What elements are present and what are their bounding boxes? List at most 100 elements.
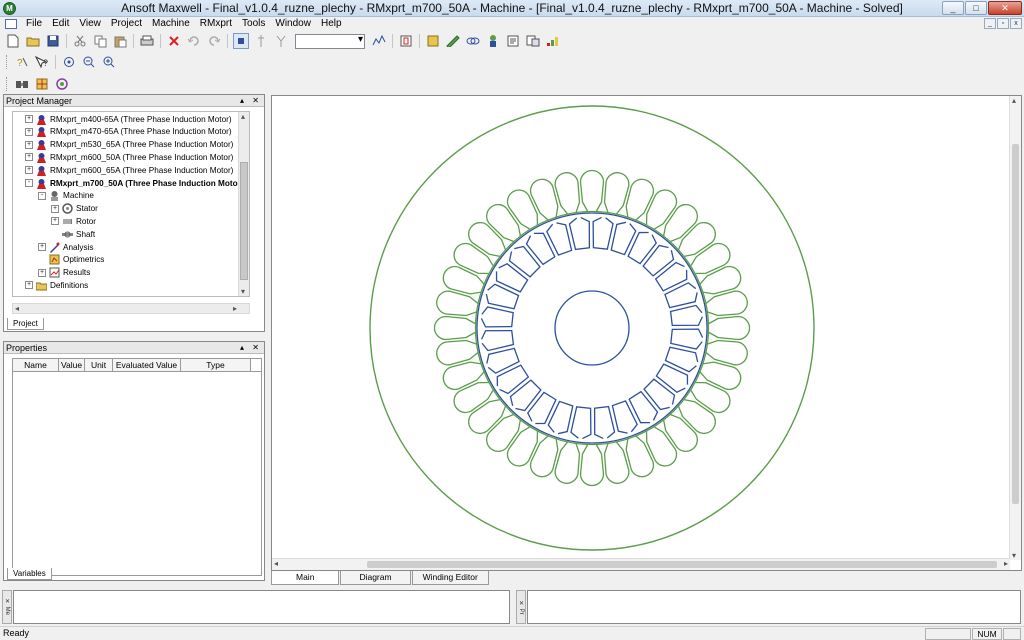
new-file-icon[interactable]	[5, 33, 21, 49]
parameter-sweep-icon[interactable]	[371, 33, 387, 49]
tab-main[interactable]: Main	[271, 571, 340, 585]
canvas-vertical-scrollbar[interactable]: ▴ ▾	[1009, 96, 1021, 560]
solution-data-icon[interactable]	[485, 33, 501, 49]
copy-icon[interactable]	[92, 33, 108, 49]
export-icon[interactable]	[525, 33, 541, 49]
expand-icon[interactable]: +	[51, 217, 59, 226]
tree-item[interactable]: + Results	[38, 267, 90, 279]
menu-view[interactable]: View	[74, 17, 106, 31]
close-button[interactable]: ✕	[988, 1, 1022, 15]
tree-item[interactable]: + Definitions	[25, 279, 88, 291]
help-icon[interactable]: ?	[14, 54, 30, 70]
rotor-outer-circle[interactable]	[476, 212, 708, 444]
scroll-right-arrow[interactable]: ▸	[233, 304, 237, 313]
print-icon[interactable]	[139, 33, 155, 49]
validate-icon[interactable]	[398, 33, 414, 49]
tree-item[interactable]: + RMxprt_m530_65A (Three Phase Induction …	[25, 139, 233, 151]
project-tree-vertical-scrollbar[interactable]: ▴ ▾	[238, 112, 249, 296]
message-panel-side-handle[interactable]: ✕ Me	[2, 590, 12, 624]
canvas-scroll-right-arrow[interactable]: ▸	[1004, 559, 1008, 568]
menu-tools[interactable]: Tools	[237, 17, 270, 31]
tab-diagram[interactable]: Diagram	[340, 571, 411, 585]
rotor-bar[interactable]	[670, 326, 704, 350]
rotor-bar[interactable]	[590, 216, 614, 250]
link-icon[interactable]	[465, 33, 481, 49]
chart-icon[interactable]	[545, 33, 561, 49]
paste-icon[interactable]	[112, 33, 128, 49]
undo-icon[interactable]	[186, 33, 202, 49]
doc-close-button[interactable]: x	[1010, 18, 1022, 29]
maximize-button[interactable]: □	[965, 1, 987, 15]
doc-restore-button[interactable]: ▫	[997, 18, 1009, 29]
open-folder-icon[interactable]	[25, 33, 41, 49]
zoom-fit-icon[interactable]	[61, 54, 77, 70]
rotor-design-icon[interactable]	[54, 76, 70, 92]
progress-panel-side-handle[interactable]: ✕ Pr	[516, 590, 526, 624]
expand-icon[interactable]: +	[38, 243, 46, 251]
column-header-value[interactable]: Value	[59, 359, 85, 371]
canvas-scroll-down-arrow[interactable]: ▾	[1012, 551, 1016, 560]
canvas-horizontal-thumb[interactable]	[367, 561, 997, 568]
canvas-scroll-up-arrow[interactable]: ▴	[1012, 96, 1016, 105]
motor-cross-section[interactable]	[272, 96, 1010, 560]
tree-item[interactable]: + RMxprt_m470-65A (Three Phase Induction …	[25, 126, 232, 138]
select-object-icon[interactable]	[233, 33, 249, 49]
scroll-down-arrow[interactable]: ▾	[241, 287, 245, 296]
tree-item[interactable]: Shaft	[51, 228, 95, 240]
expand-icon[interactable]: +	[25, 140, 33, 149]
design-settings-icon[interactable]	[425, 33, 441, 49]
rotor-bar[interactable]	[480, 306, 514, 329]
expand-icon[interactable]: +	[25, 166, 33, 175]
zoom-in-icon[interactable]	[101, 54, 117, 70]
tab-project[interactable]: Project	[7, 318, 44, 330]
tree-item[interactable]: + Rotor	[51, 215, 96, 227]
message-manager-panel[interactable]	[13, 590, 510, 624]
delete-icon[interactable]	[166, 33, 182, 49]
menu-file[interactable]: File	[21, 17, 47, 31]
tree-item[interactable]: + RMxprt_m400-65A (Three Phase Induction …	[25, 113, 232, 125]
doc-minimize-button[interactable]: _	[984, 18, 996, 29]
tree-item[interactable]: Optimetrics	[38, 254, 104, 266]
expand-icon[interactable]: +	[25, 281, 33, 290]
fork-icon[interactable]	[273, 33, 289, 49]
stator-slot[interactable]	[579, 443, 605, 487]
rotor-bar[interactable]	[570, 406, 593, 440]
column-header-name[interactable]: Name	[13, 359, 59, 371]
collapse-icon[interactable]: -	[38, 191, 46, 200]
context-combo[interactable]	[295, 33, 365, 49]
rotor-bar[interactable]	[669, 304, 704, 329]
message-panel-close-icon[interactable]: ✕	[4, 598, 10, 605]
expand-icon[interactable]: +	[51, 204, 59, 213]
properties-header-buttons[interactable]: ▴ ✕	[240, 342, 262, 354]
menu-project[interactable]: Project	[106, 17, 147, 31]
expand-icon[interactable]: +	[25, 153, 33, 162]
rotor-bar[interactable]	[592, 405, 616, 440]
progress-panel-close-icon[interactable]: ✕	[518, 600, 524, 607]
tab-winding-editor[interactable]: Winding Editor	[411, 571, 489, 585]
menu-rmxprt[interactable]: RMxprt	[195, 17, 237, 31]
motor-icon[interactable]	[14, 76, 30, 92]
analyze-icon[interactable]	[445, 33, 461, 49]
menu-help[interactable]: Help	[316, 17, 347, 31]
cut-icon[interactable]	[72, 33, 88, 49]
expand-icon[interactable]: +	[38, 268, 46, 277]
project-tree-horizontal-scrollbar[interactable]: ◂ ▸	[12, 303, 250, 314]
scroll-thumb[interactable]	[240, 162, 248, 280]
shaft-circle[interactable]	[554, 290, 630, 366]
stator-slot[interactable]	[579, 169, 605, 213]
column-header-unit[interactable]: Unit	[85, 359, 113, 371]
rotor-bar[interactable]	[568, 216, 593, 251]
scroll-left-arrow[interactable]: ◂	[15, 304, 19, 313]
canvas-scroll-left-arrow[interactable]: ◂	[274, 559, 278, 568]
redo-icon[interactable]	[206, 33, 222, 49]
tab-variables[interactable]: Variables	[7, 568, 52, 580]
minimize-button[interactable]: _	[942, 1, 964, 15]
column-header-evaluated-value[interactable]: Evaluated Value	[113, 359, 181, 371]
canvas-horizontal-scrollbar[interactable]: ◂ ▸	[272, 558, 1010, 570]
stator-slot[interactable]	[433, 315, 477, 341]
probe-icon[interactable]	[253, 33, 269, 49]
tree-item[interactable]: - RMxprt_m700_50A (Three Phase Induction …	[25, 177, 238, 189]
tree-item[interactable]: + RMxprt_m600_65A (Three Phase Induction …	[25, 164, 233, 176]
document-window-icon[interactable]	[5, 19, 17, 29]
machine-view-canvas[interactable]: ▴ ▾ ◂ ▸	[271, 95, 1022, 571]
